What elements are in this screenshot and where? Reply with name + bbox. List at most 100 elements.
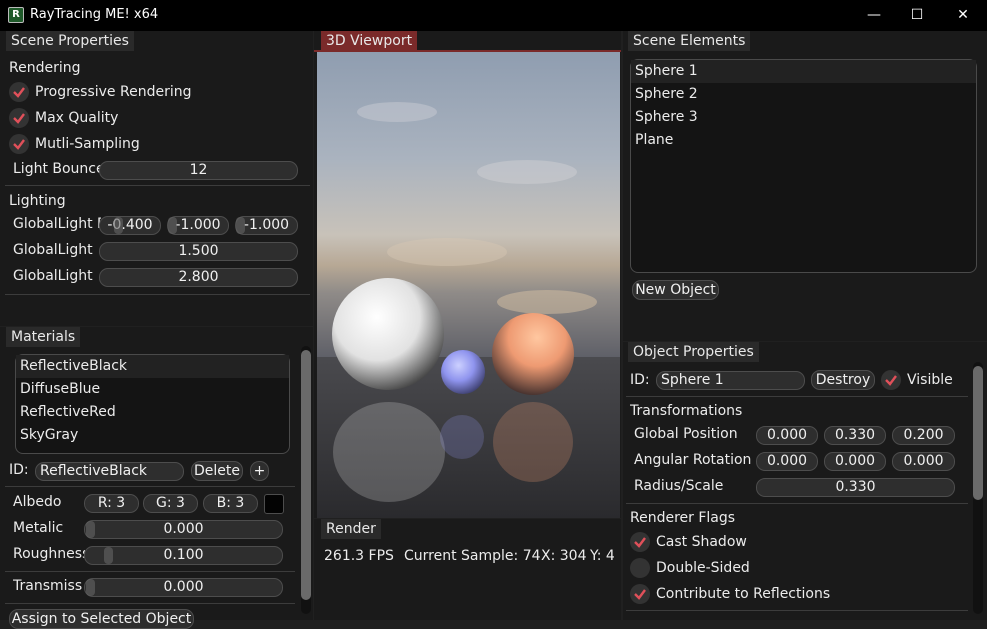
contribute-reflections-label: Contribute to Reflections [656, 586, 831, 602]
divider [5, 486, 295, 487]
radius-scale-slider[interactable]: 0.330 [756, 478, 955, 497]
slider-grab[interactable] [86, 521, 95, 538]
light-intensity-label: GlobalLight I [13, 242, 98, 258]
tab-scene-elements[interactable]: Scene Elements [628, 31, 751, 51]
list-item[interactable]: ReflectiveRed [16, 401, 289, 424]
check-icon [13, 139, 25, 150]
divider [5, 294, 310, 295]
add-material-button[interactable]: + [250, 461, 269, 481]
app-icon: R [8, 7, 24, 23]
double-sided-label: Double-Sided [656, 560, 750, 576]
light-bounces-label: Light Bounce [13, 161, 101, 177]
metalic-label: Metalic [13, 520, 64, 536]
check-icon [634, 537, 646, 548]
light-direction-x-field[interactable]: -0.400 [99, 216, 161, 235]
radius-scale-label: Radius/Scale [634, 478, 724, 494]
delete-material-button[interactable]: Delete [191, 461, 243, 481]
materials-scrollbar[interactable] [301, 346, 311, 614]
list-item[interactable]: ReflectiveBlack [16, 355, 289, 378]
albedo-color-swatch[interactable] [264, 494, 284, 514]
scrollbar-thumb[interactable] [973, 366, 983, 500]
contribute-reflections-checkbox[interactable] [630, 584, 650, 604]
albedo-label: Albedo [13, 494, 62, 510]
object-id-input[interactable]: Sphere 1 [656, 371, 805, 390]
rotation-x-field[interactable]: 0.000 [756, 452, 818, 471]
check-icon [885, 375, 897, 386]
visible-label: Visible [907, 372, 953, 388]
light-param-slider[interactable]: 2.800 [99, 268, 298, 287]
destroy-button[interactable]: Destroy [811, 370, 875, 390]
light-intensity-slider[interactable]: 1.500 [99, 242, 298, 261]
render-image[interactable] [317, 52, 620, 518]
materials-list[interactable]: ReflectiveBlack DiffuseBlue ReflectiveRe… [15, 354, 290, 454]
close-button[interactable]: ✕ [940, 0, 986, 31]
material-id-input[interactable]: ReflectiveBlack [35, 462, 184, 481]
progressive-rendering-checkbox[interactable] [9, 82, 29, 102]
rotation-z-field[interactable]: 0.000 [892, 452, 955, 471]
albedo-b-field[interactable]: B: 3 [203, 494, 258, 513]
cast-shadow-label: Cast Shadow [656, 534, 747, 550]
list-item[interactable]: Plane [631, 129, 976, 152]
slider-grab[interactable] [114, 217, 123, 234]
list-item[interactable]: Sphere 2 [631, 83, 976, 106]
progressive-rendering-label: Progressive Rendering [35, 84, 192, 100]
list-item[interactable]: Sphere 1 [631, 60, 976, 83]
global-position-label: Global Position [634, 426, 738, 442]
check-icon [13, 87, 25, 98]
position-y-field[interactable]: 0.330 [824, 426, 886, 445]
divider [5, 603, 295, 604]
roughness-slider[interactable]: 0.100 [84, 546, 283, 565]
tab-object-properties[interactable]: Object Properties [628, 342, 759, 362]
tab-scene-properties[interactable]: Scene Properties [6, 31, 134, 51]
position-z-field[interactable]: 0.200 [892, 426, 955, 445]
list-item[interactable]: SkyGray [16, 424, 289, 447]
slider-grab[interactable] [104, 547, 113, 564]
list-item[interactable]: Sphere 3 [631, 106, 976, 129]
angular-rotation-label: Angular Rotation [634, 452, 752, 468]
position-x-field[interactable]: 0.000 [756, 426, 818, 445]
tab-materials[interactable]: Materials [6, 327, 81, 347]
divider [626, 503, 968, 504]
window-title: RayTracing ME! x64 [30, 7, 159, 22]
rendering-heading: Rendering [9, 60, 81, 76]
max-quality-checkbox[interactable] [9, 108, 29, 128]
slider-grab[interactable] [168, 217, 177, 234]
albedo-r-field[interactable]: R: 3 [84, 494, 139, 513]
divider [626, 610, 968, 611]
list-item[interactable]: DiffuseBlue [16, 378, 289, 401]
albedo-g-field[interactable]: G: 3 [143, 494, 198, 513]
transmission-slider[interactable]: 0.000 [84, 578, 283, 597]
metalic-slider[interactable]: 0.000 [84, 520, 283, 539]
light-bounces-slider[interactable]: 12 [99, 161, 298, 180]
rotation-y-field[interactable]: 0.000 [824, 452, 886, 471]
new-object-button[interactable]: New Object [632, 280, 719, 300]
scene-elements-list[interactable]: Sphere 1 Sphere 2 Sphere 3 Plane [630, 59, 977, 273]
renderer-flags-heading: Renderer Flags [630, 510, 736, 526]
scrollbar-thumb[interactable] [301, 350, 311, 600]
assign-to-object-button[interactable]: Assign to Selected Object [9, 609, 194, 629]
minimize-button[interactable]: — [851, 0, 897, 31]
check-icon [13, 113, 25, 124]
visible-checkbox[interactable] [881, 370, 901, 390]
multi-sampling-label: Mutli-Sampling [35, 136, 140, 152]
double-sided-checkbox[interactable] [630, 558, 650, 578]
roughness-label: Roughness [13, 546, 85, 562]
tab-3d-viewport[interactable]: 3D Viewport [321, 31, 418, 51]
slider-grab[interactable] [86, 579, 95, 596]
current-sample-readout: Current Sample: 74 [404, 548, 541, 564]
cursor-y-readout: Y: 4 [590, 548, 615, 564]
cursor-x-readout: X: 304 [541, 548, 587, 564]
object-properties-scrollbar[interactable] [973, 362, 983, 614]
slider-grab[interactable] [236, 217, 245, 234]
light-direction-label: GlobalLight D [13, 216, 101, 232]
fps-readout: 261.3 FPS [324, 548, 394, 564]
check-icon [634, 589, 646, 600]
transmission-label: Transmiss [13, 578, 83, 594]
maximize-button[interactable]: ☐ [894, 0, 940, 31]
divider [5, 571, 295, 572]
max-quality-label: Max Quality [35, 110, 119, 126]
multi-sampling-checkbox[interactable] [9, 134, 29, 154]
material-id-label: ID: [9, 462, 29, 478]
tab-render[interactable]: Render [321, 519, 381, 539]
cast-shadow-checkbox[interactable] [630, 532, 650, 552]
